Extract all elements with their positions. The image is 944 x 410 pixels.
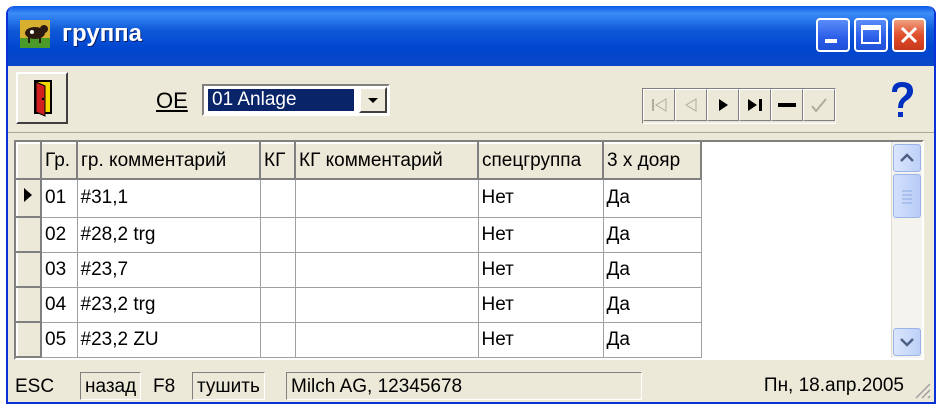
window-title: группа — [62, 20, 143, 47]
cell-3x-milking[interactable]: Да — [602, 286, 702, 323]
col-header-group-comment[interactable]: гр. комментарий — [76, 142, 261, 180]
col-header-special-group[interactable]: спецгруппа — [477, 142, 604, 180]
cell-group-comment[interactable]: #23,2 trg — [76, 286, 261, 323]
cell-group[interactable]: 02 — [40, 216, 78, 253]
cell-group[interactable]: 04 — [40, 286, 78, 323]
post-record-icon — [811, 98, 827, 113]
row-indicator[interactable] — [16, 178, 42, 218]
current-row-arrow-icon — [24, 188, 32, 202]
cell-special-group[interactable]: Нет — [477, 251, 604, 288]
status-bar: ESC назад F8 тушить Milch AG, 12345678 П… — [8, 370, 934, 402]
cow-app-icon — [20, 20, 50, 48]
first-record-button[interactable] — [643, 89, 675, 121]
next-record-icon — [719, 99, 728, 111]
row-indicator[interactable] — [16, 286, 42, 323]
cell-kg-comment[interactable] — [294, 251, 479, 288]
cell-kg[interactable] — [259, 321, 296, 358]
next-record-button[interactable] — [707, 89, 739, 121]
title-bar[interactable]: группа — [8, 6, 934, 66]
cell-special-group[interactable]: Нет — [477, 178, 604, 218]
prior-record-icon — [685, 98, 697, 112]
close-button[interactable] — [892, 18, 926, 52]
maximize-icon — [861, 25, 881, 44]
scroll-thumb[interactable] — [893, 174, 921, 218]
delete-status-button[interactable]: тушить — [192, 372, 265, 400]
col-header-group[interactable]: Гр. — [40, 142, 78, 180]
minimize-button[interactable] — [816, 18, 850, 52]
prior-record-button[interactable] — [675, 89, 707, 121]
help-button[interactable] — [880, 76, 924, 124]
oe-select-value[interactable]: 01 Anlage — [207, 88, 355, 112]
toolbar: OE 01 Anlage — [8, 66, 934, 133]
cell-3x-milking[interactable]: Да — [602, 251, 702, 288]
col-header-kg[interactable]: КГ — [259, 142, 296, 180]
app-window: группа OE 01 Anlage Гр. гр. комментарий … — [6, 6, 936, 404]
table-row[interactable]: 01 #31,1 Нет Да — [16, 178, 702, 218]
cell-3x-milking[interactable]: Да — [602, 321, 702, 358]
cell-kg-comment[interactable] — [294, 178, 479, 218]
cell-kg-comment[interactable] — [294, 286, 479, 323]
delete-record-button[interactable] — [771, 89, 803, 121]
esc-key-label: ESC — [15, 376, 55, 397]
cell-special-group[interactable]: Нет — [477, 216, 604, 253]
cell-group-comment[interactable]: #28,2 trg — [76, 216, 261, 253]
groups-grid[interactable]: Гр. гр. комментарий КГ КГ комментарий сп… — [14, 140, 924, 360]
table-row[interactable]: 02 #28,2 trg Нет Да — [16, 216, 702, 253]
last-record-icon — [748, 99, 762, 111]
scroll-down-button[interactable] — [893, 328, 921, 356]
cell-kg[interactable] — [259, 216, 296, 253]
cell-3x-milking[interactable]: Да — [602, 216, 702, 253]
cell-group[interactable]: 01 — [40, 178, 78, 218]
oe-dropdown-button[interactable] — [359, 87, 387, 113]
header-row: Гр. гр. комментарий КГ КГ комментарий сп… — [16, 142, 702, 180]
cell-kg-comment[interactable] — [294, 216, 479, 253]
exit-door-icon — [34, 80, 52, 117]
groups-table: Гр. гр. комментарий КГ КГ комментарий сп… — [16, 142, 702, 358]
resize-grip-icon[interactable] — [912, 380, 932, 400]
cell-special-group[interactable]: Нет — [477, 321, 604, 358]
row-indicator[interactable] — [16, 251, 42, 288]
cell-group[interactable]: 05 — [40, 321, 78, 358]
status-date: Пн, 18.апр.2005 — [763, 375, 904, 396]
row-indicator[interactable] — [16, 216, 42, 253]
maximize-button[interactable] — [854, 18, 888, 52]
cell-kg[interactable] — [259, 251, 296, 288]
minimize-icon — [825, 39, 837, 43]
chevron-down-icon — [900, 338, 914, 347]
grip-lines-icon — [902, 190, 912, 204]
oe-select[interactable]: 01 Anlage — [202, 84, 390, 116]
table-row[interactable]: 04 #23,2 trg Нет Да — [16, 286, 702, 323]
cell-group-comment[interactable]: #31,1 — [76, 178, 261, 218]
cell-kg[interactable] — [259, 286, 296, 323]
table-row[interactable]: 03 #23,7 Нет Да — [16, 251, 702, 288]
f8-key-label: F8 — [153, 376, 176, 397]
company-panel: Milch AG, 12345678 — [286, 372, 642, 400]
indicator-header — [16, 142, 42, 180]
exit-button[interactable] — [16, 72, 68, 124]
delete-record-icon — [778, 103, 796, 107]
first-record-icon — [652, 98, 667, 112]
col-header-3x-milking[interactable]: 3 х дояр — [602, 142, 702, 180]
table-row[interactable]: 05 #23,2 ZU Нет Да — [16, 321, 702, 358]
scroll-up-button[interactable] — [893, 144, 921, 172]
back-status-button[interactable]: назад — [80, 372, 142, 400]
record-navigator — [642, 88, 836, 124]
col-header-kg-comment[interactable]: КГ комментарий — [294, 142, 479, 180]
help-icon — [892, 82, 913, 117]
row-indicator[interactable] — [16, 321, 42, 358]
last-record-button[interactable] — [739, 89, 771, 121]
post-record-button[interactable] — [803, 89, 835, 121]
cell-special-group[interactable]: Нет — [477, 286, 604, 323]
cell-group[interactable]: 03 — [40, 251, 78, 288]
cell-kg-comment[interactable] — [294, 321, 479, 358]
oe-label: OE — [156, 88, 188, 113]
close-icon — [900, 26, 918, 44]
cell-group-comment[interactable]: #23,2 ZU — [76, 321, 261, 358]
cell-3x-milking[interactable]: Да — [602, 178, 702, 218]
vertical-scrollbar[interactable] — [891, 142, 922, 358]
chevron-up-icon — [900, 153, 914, 162]
cell-group-comment[interactable]: #23,7 — [76, 251, 261, 288]
chevron-down-icon — [368, 98, 378, 103]
cell-kg[interactable] — [259, 178, 296, 218]
